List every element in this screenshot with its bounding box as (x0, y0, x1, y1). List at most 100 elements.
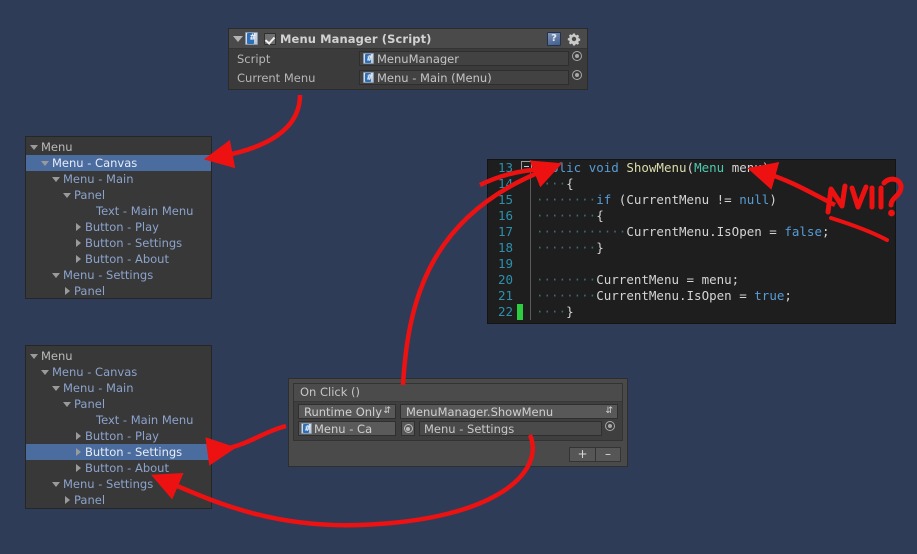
chevron-right-icon[interactable] (73, 431, 84, 442)
add-event-button[interactable]: + (569, 446, 595, 462)
script-object-field[interactable]: MenuManager (359, 51, 569, 66)
component-enabled-checkbox[interactable] (264, 32, 276, 45)
event-function-value: MenuManager.ShowMenu (406, 404, 554, 419)
hierarchy-row[interactable]: Panel (26, 492, 211, 508)
hierarchy-row-label: Button - Play (85, 220, 159, 234)
event-target-object-picker-icon[interactable] (401, 421, 415, 436)
chevron-down-icon[interactable] (232, 33, 244, 45)
on-click-row-function: Runtime Only ⇵ MenuManager.ShowMenu ⇵ (294, 402, 622, 419)
code-token: true (754, 288, 785, 303)
code-fold-guide (526, 176, 536, 192)
code-indent-guides: ········ (536, 272, 597, 287)
chevron-down-icon[interactable] (51, 174, 62, 185)
chevron-down-icon[interactable] (29, 351, 40, 362)
chevron-down-icon[interactable] (62, 190, 73, 201)
hierarchy-row-label: Menu (41, 140, 73, 154)
gear-icon[interactable] (567, 32, 581, 46)
code-fold-toggle[interactable] (521, 161, 532, 172)
on-click-title: On Click () (294, 384, 622, 402)
chevron-down-icon[interactable] (40, 367, 51, 378)
hierarchy-row[interactable]: Button - Play (26, 219, 211, 235)
chevron-down-icon[interactable] (40, 158, 51, 169)
chevron-down-icon[interactable] (51, 270, 62, 281)
event-function-dropdown[interactable]: MenuManager.ShowMenu ⇵ (400, 404, 618, 419)
code-token: { (566, 176, 574, 191)
chevron-right-icon[interactable] (73, 463, 84, 474)
code-line-number: 19 (497, 256, 513, 271)
hierarchy-row[interactable]: Panel (26, 187, 211, 203)
chevron-down-icon[interactable] (51, 479, 62, 490)
hierarchy-row[interactable]: Button - Settings (26, 235, 211, 251)
hierarchy-row[interactable]: Button - Play (26, 428, 211, 444)
code-line-text: ············CurrentMenu.IsOpen = false; (536, 224, 830, 240)
code-fold-guide (526, 208, 536, 224)
code-fold-guide (526, 272, 536, 288)
code-token: menu) (724, 160, 770, 175)
code-token: ShowMenu (626, 160, 687, 175)
chevron-down-icon[interactable] (29, 142, 40, 153)
event-argument-field[interactable]: Menu - Settings (419, 421, 602, 436)
code-change-marker (516, 176, 526, 192)
chevron-right-icon[interactable] (73, 238, 84, 249)
arrow-inspector-to-canvas (203, 94, 303, 169)
script-object-picker-icon[interactable] (569, 51, 585, 66)
current-menu-object-field[interactable]: Menu - Main (Menu) (359, 70, 569, 85)
code-line-text: ········} (536, 240, 604, 256)
chevron-right-icon[interactable] (73, 447, 84, 458)
hierarchy-row[interactable]: Text - Main Menu (26, 203, 211, 219)
on-click-event-panel: On Click () Runtime Only ⇵ MenuManager.S… (288, 378, 628, 467)
code-line-text: ····} (536, 304, 574, 320)
hierarchy-row[interactable]: Button - About (26, 460, 211, 476)
code-line-text: ····{ (536, 176, 574, 192)
hierarchy-row[interactable]: Button - About (26, 251, 211, 267)
hierarchy-row[interactable]: Menu (26, 139, 211, 155)
code-line: 16 ········{ (488, 208, 895, 224)
code-indent-guides: ············ (536, 224, 627, 239)
hierarchy-row-label: Button - About (85, 252, 169, 266)
chevron-down-icon[interactable] (51, 383, 62, 394)
code-indent-guides: ···· (536, 176, 567, 191)
hierarchy-row[interactable]: Menu - Main (26, 171, 211, 187)
hierarchy-row-label: Text - Main Menu (96, 204, 194, 218)
code-editor-panel[interactable]: 13 public void ShowMenu(Menu menu) 14 ····{… (487, 159, 896, 324)
code-line-text: ········{ (536, 208, 604, 224)
hierarchy-row[interactable]: Menu - Canvas (26, 364, 211, 380)
code-token: ( (686, 160, 695, 175)
code-indent-guides: ········ (536, 288, 597, 303)
script-object-value: MenuManager (377, 51, 459, 66)
hierarchy-row[interactable]: Menu - Main (26, 380, 211, 396)
hierarchy-row[interactable]: Menu - Settings (26, 267, 211, 283)
event-argument-picker-icon[interactable] (602, 421, 618, 436)
hierarchy-row[interactable]: Menu - Settings (26, 476, 211, 492)
inspector-row-current-menu-label: Current Menu (237, 70, 316, 85)
chevron-right-icon[interactable] (62, 286, 73, 297)
chevron-right-icon[interactable] (73, 222, 84, 233)
hierarchy-row-label: Button - About (85, 461, 169, 475)
hierarchy-row[interactable]: Panel (26, 396, 211, 412)
remove-event-button[interactable]: – (595, 446, 621, 462)
code-line: 19 (488, 256, 895, 272)
event-mode-dropdown[interactable]: Runtime Only ⇵ (298, 404, 396, 419)
hierarchy-row[interactable]: Menu - Canvas (26, 155, 211, 171)
chevron-down-icon[interactable] (62, 399, 73, 410)
code-line: 14 ····{ (488, 176, 895, 192)
current-menu-object-picker-icon[interactable] (569, 70, 585, 85)
chevron-right-icon[interactable] (62, 495, 73, 506)
inspector-header[interactable]: Menu Manager (Script) (229, 29, 587, 49)
hierarchy-row[interactable]: Panel (26, 283, 211, 299)
code-line: 20 ········CurrentMenu = menu; (488, 272, 895, 288)
hierarchy-row[interactable]: Button - Settings (26, 444, 211, 460)
help-book-icon[interactable] (547, 31, 561, 46)
hierarchy-row[interactable]: Menu (26, 348, 211, 364)
chevron-right-icon[interactable] (73, 254, 84, 265)
code-line-text: public void ShowMenu(Menu menu) (536, 160, 769, 176)
code-line: 21 ········CurrentMenu.IsOpen = true; (488, 288, 895, 304)
code-fold-guide (526, 240, 536, 256)
code-line: 13 public void ShowMenu(Menu menu) (488, 160, 895, 176)
code-line-text: ········CurrentMenu.IsOpen = true; (536, 288, 792, 304)
hierarchy-row[interactable]: Text - Main Menu (26, 412, 211, 428)
code-token: public (536, 160, 582, 175)
hierarchy-row-label: Menu - Canvas (52, 365, 138, 379)
event-target-object-field[interactable]: Menu - Ca (298, 421, 396, 436)
current-menu-object-value: Menu - Main (Menu) (377, 70, 492, 85)
